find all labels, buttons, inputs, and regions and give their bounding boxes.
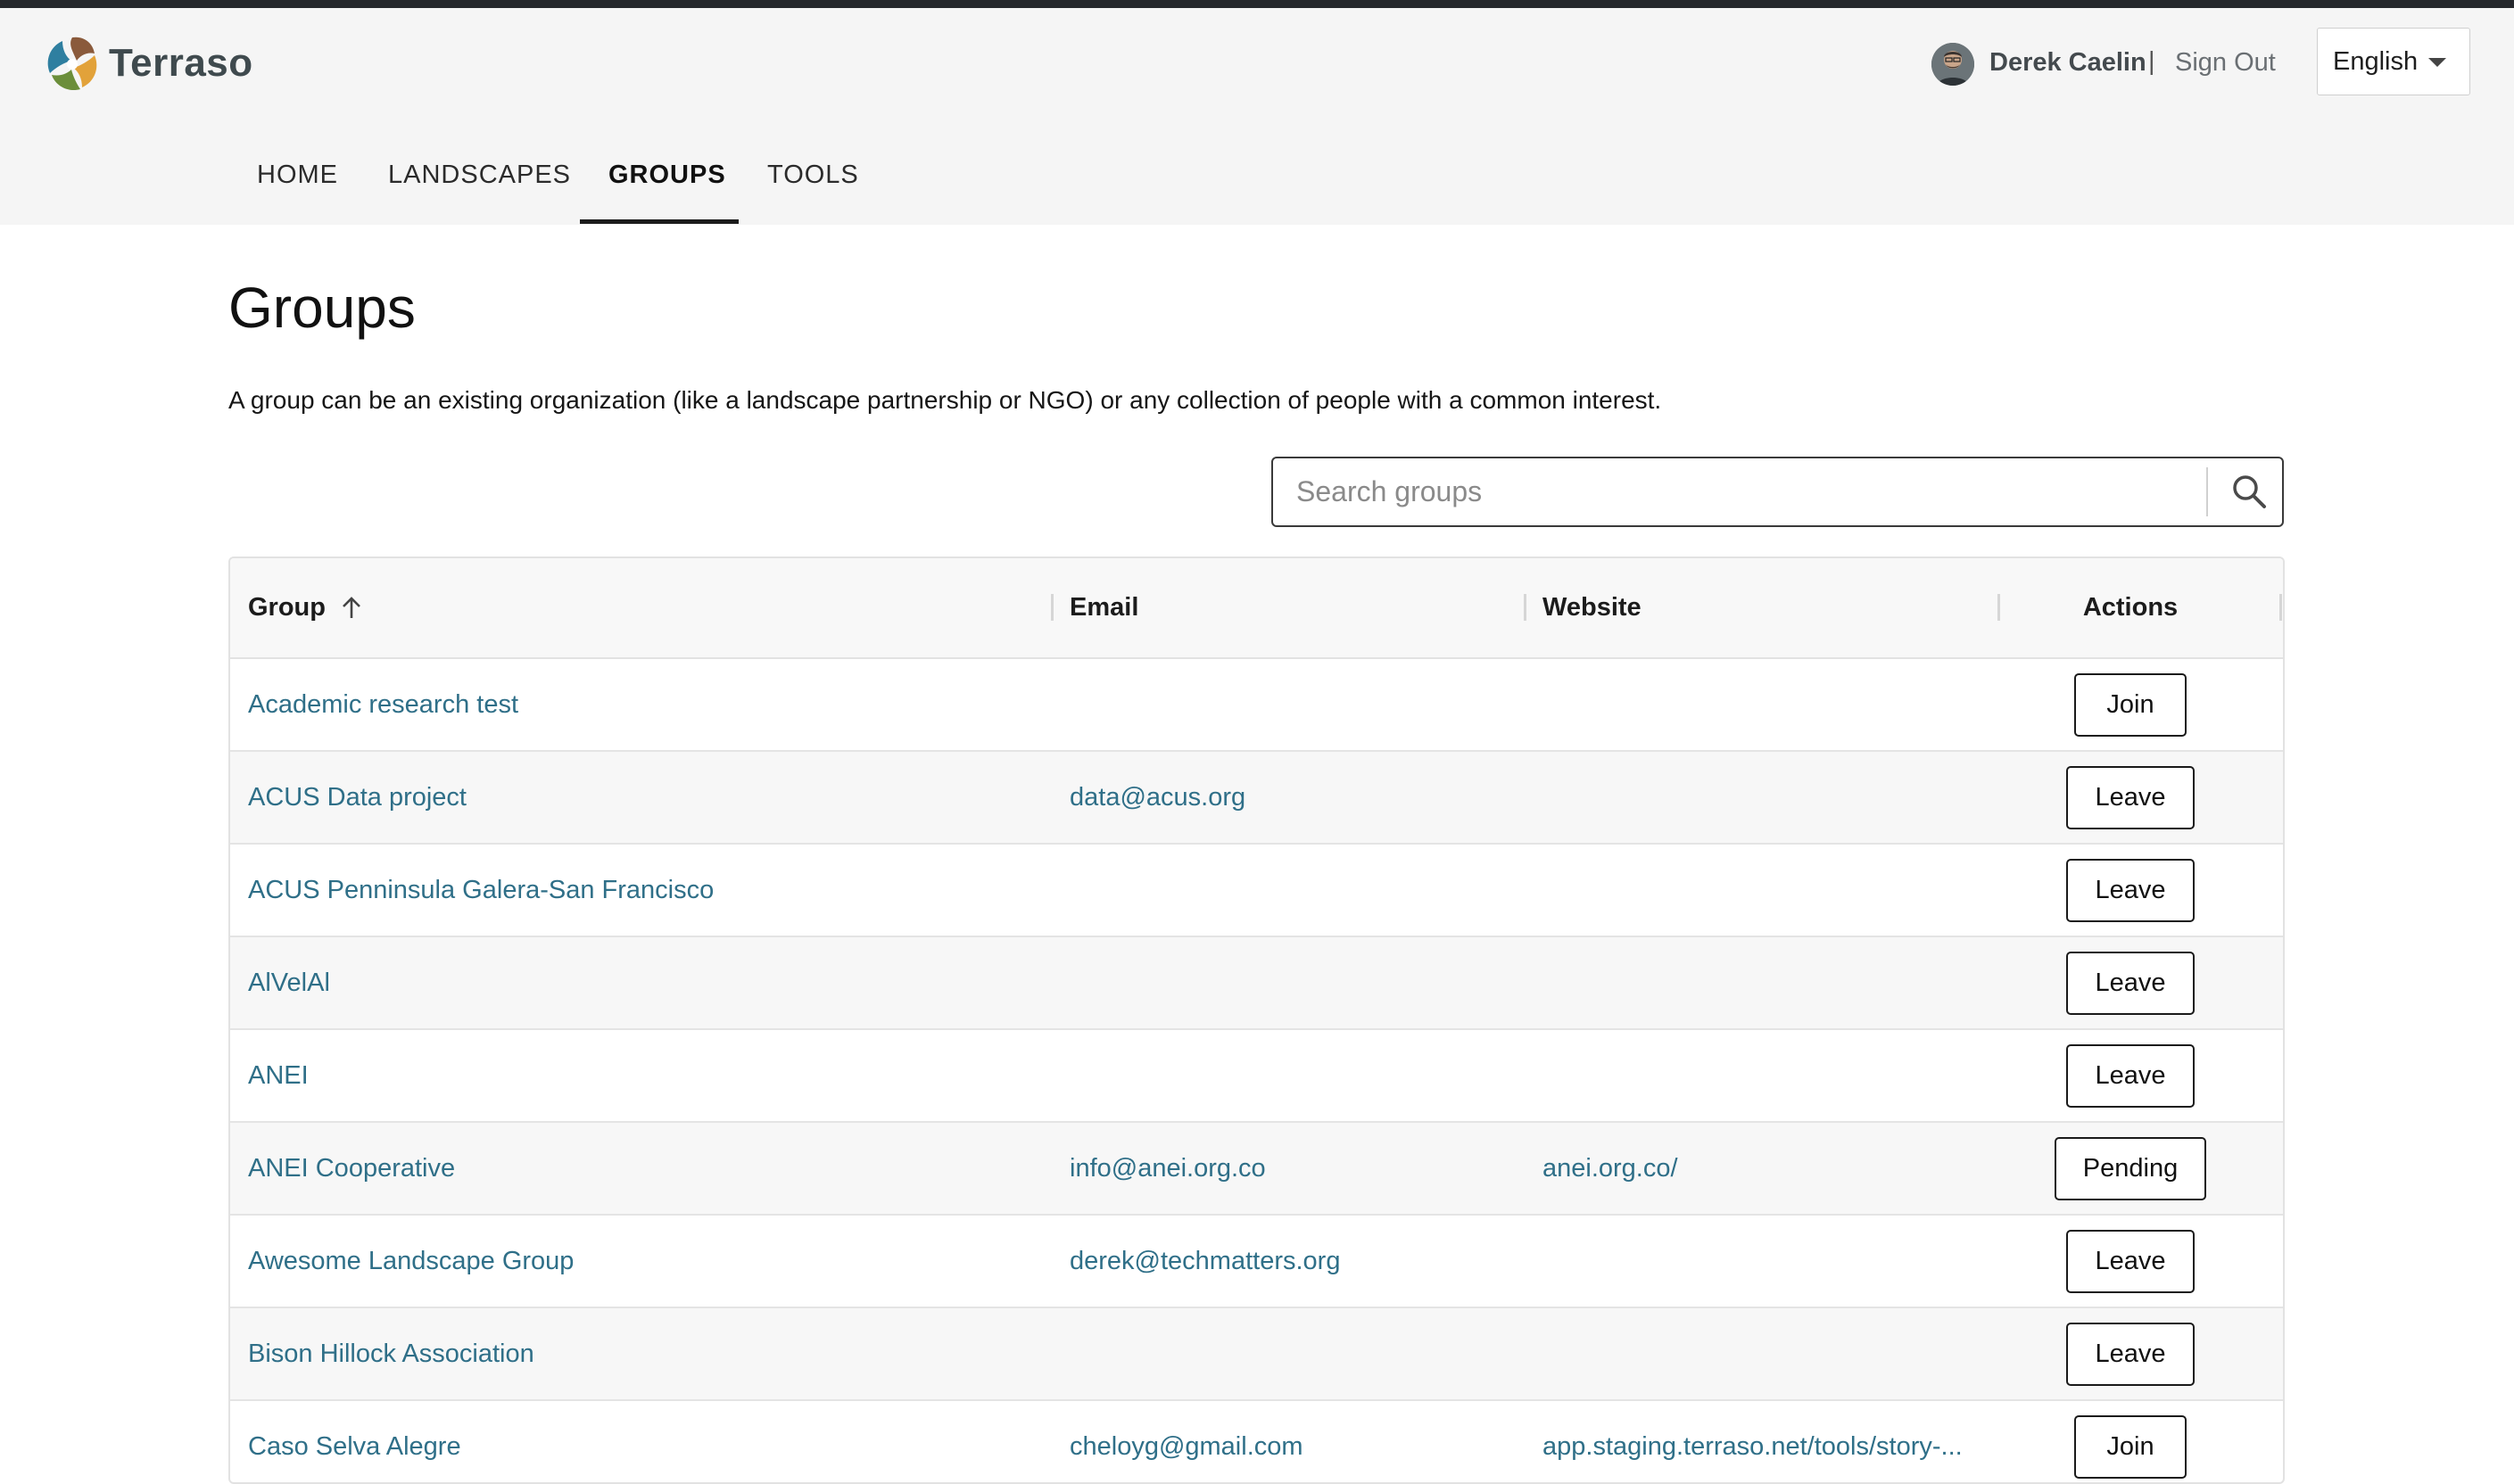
group-link[interactable]: Bison Hillock Association xyxy=(248,1340,534,1369)
group-email-link[interactable]: derek@techmatters.org xyxy=(1070,1247,1340,1276)
table-row: ACUS Penninsula Galera-San Francisco Lea… xyxy=(230,845,2283,937)
column-separator[interactable] xyxy=(1051,594,1054,621)
nav-tab-landscapes[interactable]: LANDSCAPES xyxy=(388,161,571,190)
header: Terraso Derek Caelin | Sign Out English … xyxy=(0,8,2514,225)
table-row: AlVelAl Leave xyxy=(230,937,2283,1030)
join-button[interactable]: Join xyxy=(2074,672,2187,737)
terraso-logo-mark-icon xyxy=(47,37,97,91)
column-header-actions: Actions xyxy=(2082,593,2179,622)
app-frame: Terraso Derek Caelin | Sign Out English … xyxy=(0,8,2514,1484)
user-name[interactable]: Derek Caelin xyxy=(1989,48,2146,78)
table-body: Academic research test Join ACUS Data pr… xyxy=(230,659,2283,1482)
language-select[interactable]: English xyxy=(2317,28,2470,95)
search-icon[interactable] xyxy=(2225,467,2275,517)
window-top-strip xyxy=(0,0,2514,8)
table-row: Awesome Landscape Group derek@techmatter… xyxy=(230,1216,2283,1308)
pending-button[interactable]: Pending xyxy=(2054,1136,2207,1200)
language-selected-value: English xyxy=(2333,46,2419,76)
groups-table: Group Email Website Actions Academic res… xyxy=(228,556,2285,1484)
brand-name: Terraso xyxy=(109,41,253,85)
terraso-logo[interactable]: Terraso xyxy=(41,31,253,95)
user-separator: | xyxy=(2148,47,2155,76)
search-input[interactable] xyxy=(1296,458,2188,525)
page-intro: A group can be an existing organization … xyxy=(228,386,1662,414)
group-link[interactable]: Academic research test xyxy=(248,690,518,720)
table-row: ANEI Cooperative info@anei.org.co anei.o… xyxy=(230,1123,2283,1216)
nav-tab-home[interactable]: HOME xyxy=(257,161,338,190)
avatar-photo-icon xyxy=(1931,43,1974,86)
sign-out-link[interactable]: Sign Out xyxy=(2175,48,2276,78)
nav-tab-groups[interactable]: GROUPS xyxy=(608,161,726,190)
column-header-website[interactable]: Website xyxy=(1542,558,1642,657)
leave-button[interactable]: Leave xyxy=(2066,1043,2195,1108)
column-separator[interactable] xyxy=(1524,594,1526,621)
join-button[interactable]: Join xyxy=(2074,1414,2187,1479)
user-avatar[interactable] xyxy=(1931,43,1974,86)
group-email-link[interactable]: data@acus.org xyxy=(1070,783,1245,812)
group-link[interactable]: AlVelAl xyxy=(248,969,330,998)
table-row: Caso Selva Alegre cheloyg@gmail.com app.… xyxy=(230,1401,2283,1482)
leave-button[interactable]: Leave xyxy=(2066,765,2195,829)
group-email-link[interactable]: info@anei.org.co xyxy=(1070,1154,1266,1183)
search-divider xyxy=(2206,467,2208,516)
page-title: Groups xyxy=(228,276,416,340)
leave-button[interactable]: Leave xyxy=(2066,951,2195,1015)
group-link[interactable]: ANEI Cooperative xyxy=(248,1154,455,1183)
group-link[interactable]: ACUS Data project xyxy=(248,783,467,812)
group-website-link[interactable]: app.staging.terraso.net/tools/story-... xyxy=(1542,1432,1962,1462)
leave-button[interactable]: Leave xyxy=(2066,858,2195,922)
table-row: ACUS Data project data@acus.org Leave xyxy=(230,752,2283,845)
group-website-link[interactable]: anei.org.co/ xyxy=(1542,1154,1678,1183)
group-link[interactable]: Caso Selva Alegre xyxy=(248,1432,461,1462)
table-row: Academic research test Join xyxy=(230,659,2283,752)
leave-button[interactable]: Leave xyxy=(2066,1322,2195,1386)
column-header-email[interactable]: Email xyxy=(1070,558,1138,657)
column-header-group[interactable]: Group xyxy=(248,558,365,657)
group-link[interactable]: ANEI xyxy=(248,1061,309,1091)
nav-tab-tools[interactable]: TOOLS xyxy=(767,161,859,190)
group-link[interactable]: ACUS Penninsula Galera-San Francisco xyxy=(248,876,714,905)
group-email-link[interactable]: cheloyg@gmail.com xyxy=(1070,1432,1303,1462)
table-row: ANEI Leave xyxy=(230,1030,2283,1123)
group-link[interactable]: Awesome Landscape Group xyxy=(248,1247,574,1276)
column-header-group-label: Group xyxy=(248,593,326,622)
search-box xyxy=(1271,457,2284,527)
caret-down-icon xyxy=(2428,58,2446,67)
nav-active-indicator xyxy=(580,219,739,224)
leave-button[interactable]: Leave xyxy=(2066,1229,2195,1293)
sort-ascending-icon[interactable] xyxy=(338,595,365,622)
table-row: Bison Hillock Association Leave xyxy=(230,1308,2283,1401)
column-separator xyxy=(2279,594,2282,621)
table-header: Group Email Website Actions xyxy=(230,558,2283,659)
